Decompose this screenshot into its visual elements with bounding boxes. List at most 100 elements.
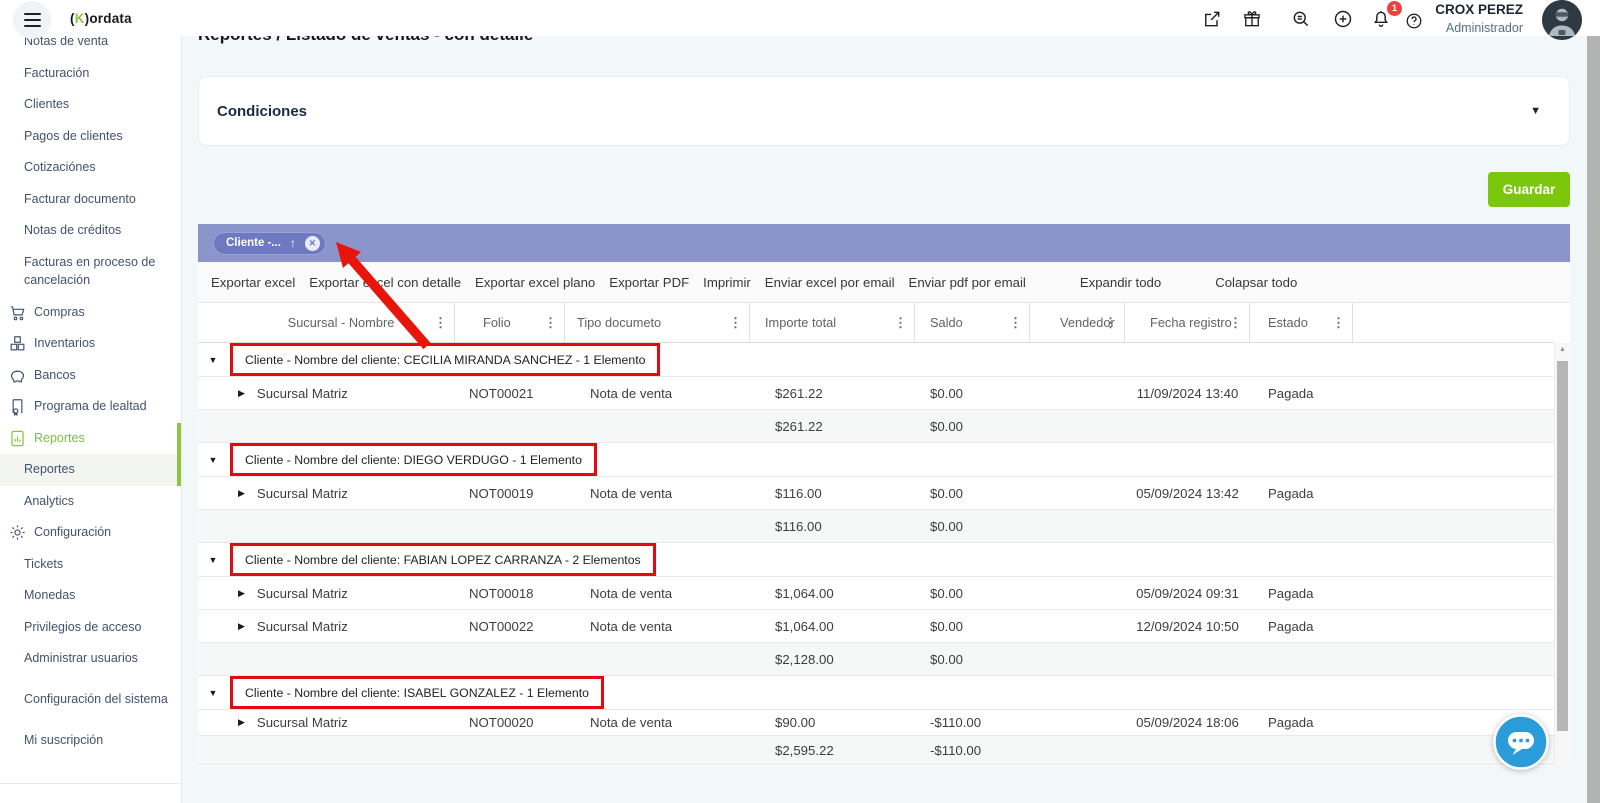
cell-folio: NOT00020 (455, 710, 565, 735)
expand-row-icon[interactable]: ▶ (238, 488, 245, 499)
sidebar-item-compras[interactable]: Compras (0, 297, 181, 329)
sidebar-item-privilegios-de-acceso[interactable]: Privilegios de acceso (0, 612, 181, 644)
column-header-fecha-registro[interactable]: Fecha registro⋮ (1125, 303, 1250, 342)
group-by-chip[interactable]: Cliente -... ↑ ✕ (213, 232, 326, 255)
remove-group-icon[interactable]: ✕ (305, 236, 320, 251)
sidebar-item-cotizaciones[interactable]: Cotizaciónes (0, 152, 181, 184)
cell-importe-total: $90.00 (750, 710, 915, 735)
sidebar-item-facturas-en-proceso[interactable]: Facturas en proceso de cancelación (0, 247, 181, 297)
sidebar-item-administrar-usuarios[interactable]: Administrar usuarios (0, 643, 181, 675)
sidebar-item-mi-suscripcion[interactable]: Mi suscripción (0, 725, 181, 757)
annotation-red-box: Cliente - Nombre del cliente: FABIAN LOP… (230, 543, 656, 576)
column-header-vendedor[interactable]: Vendedor⋮ (1030, 303, 1125, 342)
cell-importe-total: $116.00 (750, 477, 915, 509)
sidebar-item-facturacion[interactable]: Facturación (0, 58, 181, 90)
collapse-all-button[interactable]: Colapsar todo (1208, 275, 1304, 290)
cell-saldo: $0.00 (915, 577, 1030, 609)
table-scrollbar-thumb[interactable] (1557, 361, 1568, 731)
export-excel-flat-button[interactable]: Exportar excel plano (468, 275, 602, 290)
sidebar-item-clientes[interactable]: Clientes (0, 89, 181, 121)
chevron-down-icon[interactable]: ▼ (1530, 105, 1541, 117)
column-menu-icon[interactable]: ⋮ (1229, 315, 1242, 331)
group-label: Cliente - Nombre del cliente: FABIAN LOP… (245, 553, 641, 567)
column-menu-icon[interactable]: ⋮ (434, 315, 447, 331)
column-menu-icon[interactable]: ⋮ (729, 315, 742, 331)
cell-sucursal: Sucursal Matriz (257, 715, 348, 730)
sidebar-item-notas-de-creditos[interactable]: Notas de créditos (0, 215, 181, 247)
export-excel-button[interactable]: Exportar excel (204, 275, 302, 290)
cart-icon (8, 303, 27, 322)
cell-sucursal: Sucursal Matriz (257, 586, 348, 601)
cell-folio: NOT00022 (455, 610, 565, 642)
column-header-estado[interactable]: Estado⋮ (1250, 303, 1353, 342)
sidebar-item-analytics[interactable]: Analytics (0, 486, 181, 518)
column-menu-icon[interactable]: ⋮ (894, 315, 907, 331)
sidebar-item-configuracion-del-sistema[interactable]: Configuración del sistema (0, 675, 181, 725)
expand-all-button[interactable]: Expandir todo (1073, 275, 1168, 290)
chat-support-button[interactable] (1492, 713, 1550, 771)
table-scrollbar[interactable]: ▲ (1554, 343, 1570, 766)
gear-icon (8, 523, 27, 542)
expand-row-icon[interactable]: ▶ (238, 388, 245, 399)
search-list-icon[interactable] (1291, 9, 1311, 29)
subtotal-row: $2,128.00 $0.00 (198, 643, 1554, 676)
sidebar-item-tickets[interactable]: Tickets (0, 549, 181, 581)
sidebar-item-configuracion[interactable]: Configuración (0, 517, 181, 549)
column-header-saldo[interactable]: Saldo⋮ (915, 303, 1030, 342)
page-scrollbar[interactable] (1587, 36, 1600, 803)
cell-folio: NOT00018 (455, 577, 565, 609)
user-menu[interactable]: CROX PEREZ Administrador (1435, 2, 1523, 35)
sidebar-item-inventarios[interactable]: Inventarios (0, 328, 181, 360)
sidebar-item-programa-de-lealtad[interactable]: Programa de lealtad (0, 391, 181, 423)
group-row: ▼ Cliente - Nombre del cliente: ISABEL G… (198, 676, 1554, 710)
sort-ascending-icon[interactable]: ↑ (290, 236, 296, 250)
notification-badge: 1 (1387, 1, 1402, 16)
sidebar-item-reportes-sub[interactable]: Reportes (0, 454, 181, 486)
table-row: ▶Sucursal Matriz NOT00022 Nota de venta … (198, 610, 1554, 643)
expand-row-icon[interactable]: ▶ (238, 621, 245, 632)
help-icon[interactable] (1405, 12, 1423, 30)
cell-tipo-documento: Nota de venta (565, 377, 750, 409)
conditions-panel[interactable]: Condiciones ▼ (198, 76, 1570, 146)
cell-folio: NOT00021 (455, 377, 565, 409)
send-pdf-email-button[interactable]: Enviar pdf por email (902, 275, 1033, 290)
export-excel-detail-button[interactable]: Exportar excel con detalle (302, 275, 468, 290)
cell-saldo: $0.00 (915, 610, 1030, 642)
loyalty-icon (8, 397, 27, 416)
column-header-sucursal[interactable]: Sucursal - Nombre⋮ (228, 303, 455, 342)
table-row: ▶Sucursal Matriz NOT00018 Nota de venta … (198, 577, 1554, 610)
sidebar-item-pagos-de-clientes[interactable]: Pagos de clientes (0, 121, 181, 153)
collapse-group-icon[interactable]: ▼ (209, 355, 218, 365)
group-label: Cliente - Nombre del cliente: CECILIA MI… (245, 353, 645, 367)
sidebar-item-monedas[interactable]: Monedas (0, 580, 181, 612)
sidebar-item-facturar-documento[interactable]: Facturar documento (0, 184, 181, 216)
sidebar-item-bancos[interactable]: Bancos (0, 360, 181, 392)
print-button[interactable]: Imprimir (696, 275, 758, 290)
expand-row-icon[interactable]: ▶ (238, 717, 245, 728)
column-header-folio[interactable]: Folio⋮ (455, 303, 565, 342)
column-menu-icon[interactable]: ⋮ (544, 315, 557, 331)
subtotal-saldo: $0.00 (915, 410, 1030, 442)
open-in-new-icon[interactable] (1202, 9, 1222, 29)
gift-icon[interactable] (1242, 9, 1262, 29)
save-button[interactable]: Guardar (1488, 172, 1570, 207)
send-excel-email-button[interactable]: Enviar excel por email (758, 275, 902, 290)
expand-row-icon[interactable]: ▶ (238, 588, 245, 599)
collapse-group-icon[interactable]: ▼ (209, 688, 218, 698)
export-pdf-button[interactable]: Exportar PDF (602, 275, 696, 290)
add-circle-icon[interactable] (1333, 9, 1353, 29)
column-menu-icon[interactable]: ⋮ (1332, 315, 1345, 331)
cell-vendedor (1030, 477, 1125, 509)
avatar[interactable] (1542, 0, 1582, 40)
hamburger-menu-button[interactable] (13, 1, 51, 39)
sidebar-item-reportes[interactable]: Reportes (0, 423, 181, 455)
column-header-importe-total[interactable]: Importe total⋮ (750, 303, 915, 342)
cell-estado: Pagada (1250, 710, 1353, 735)
collapse-group-icon[interactable]: ▼ (209, 555, 218, 565)
column-header-tipo-documento[interactable]: Tipo documeto⋮ (565, 303, 750, 342)
cell-saldo: $0.00 (915, 377, 1030, 409)
collapse-group-icon[interactable]: ▼ (209, 455, 218, 465)
column-menu-icon[interactable]: ⋮ (1104, 315, 1117, 331)
scroll-up-icon[interactable]: ▲ (1555, 346, 1570, 353)
column-menu-icon[interactable]: ⋮ (1009, 315, 1022, 331)
